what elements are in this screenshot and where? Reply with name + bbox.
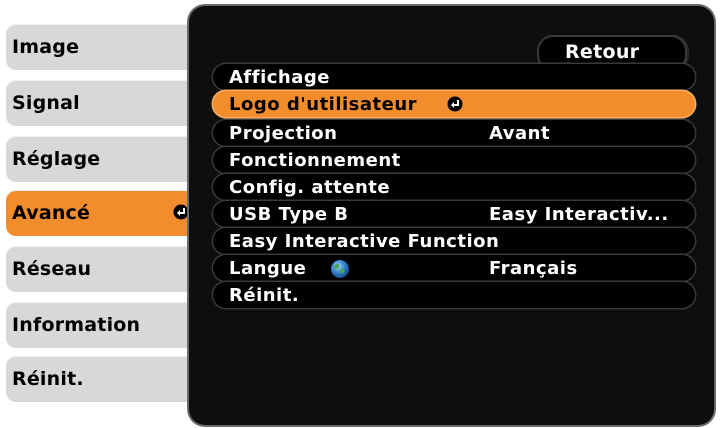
menu-item-label: Affichage xyxy=(229,67,330,88)
tab-avance[interactable]: Avancé xyxy=(6,190,199,236)
menu-item-label: USB Type B xyxy=(229,204,349,225)
menu-item-projection[interactable]: Projection Avant xyxy=(213,120,695,146)
tab-signal[interactable]: Signal xyxy=(6,80,199,126)
enter-icon xyxy=(173,204,189,220)
menu-item-label: Logo d'utilisateur xyxy=(229,94,418,115)
tab-label: Réseau xyxy=(12,258,92,280)
menu-item-langue[interactable]: Langue Français xyxy=(213,255,695,281)
menu-item-logo-utilisateur[interactable]: Logo d'utilisateur xyxy=(213,91,695,117)
menu-item-value: Avant xyxy=(489,123,551,144)
menu-item-label: Fonctionnement xyxy=(229,150,401,171)
tab-reinit[interactable]: Réinit. xyxy=(6,356,199,402)
tab-label: Réglage xyxy=(12,148,101,170)
menu-item-label: Projection xyxy=(229,123,338,144)
settings-panel: Retour Affichage Logo d'utilisateur Proj… xyxy=(189,6,714,425)
tab-information[interactable]: Information xyxy=(6,302,199,348)
retour-label: Retour xyxy=(565,41,640,63)
menu-item-label: Réinit. xyxy=(229,285,300,306)
tab-label: Réinit. xyxy=(12,368,84,390)
tab-label: Signal xyxy=(12,92,80,114)
menu-item-usb-type-b[interactable]: USB Type B Easy Interactiv... xyxy=(213,201,695,227)
menu-item-easy-interactive-function[interactable]: Easy Interactive Function xyxy=(213,228,695,254)
menu-item-config-attente[interactable]: Config. attente xyxy=(213,174,695,200)
menu-item-label: Easy Interactive Function xyxy=(229,231,500,252)
menu-item-label: Config. attente xyxy=(229,177,391,198)
menu-item-fonctionnement[interactable]: Fonctionnement xyxy=(213,147,695,173)
globe-icon xyxy=(330,259,350,283)
menu-item-reinit[interactable]: Réinit. xyxy=(213,282,695,308)
tab-reseau[interactable]: Réseau xyxy=(6,246,199,292)
menu-item-affichage[interactable]: Affichage xyxy=(213,64,695,90)
tab-label: Image xyxy=(12,36,80,58)
menu-item-label: Langue xyxy=(229,258,307,279)
tab-label: Avancé xyxy=(12,202,91,224)
tab-reglage[interactable]: Réglage xyxy=(6,136,199,182)
tab-image[interactable]: Image xyxy=(6,24,199,70)
menu-item-value: Easy Interactiv... xyxy=(489,204,669,225)
menu-item-value: Français xyxy=(489,258,578,279)
enter-icon xyxy=(447,96,463,112)
tab-label: Information xyxy=(12,314,141,336)
